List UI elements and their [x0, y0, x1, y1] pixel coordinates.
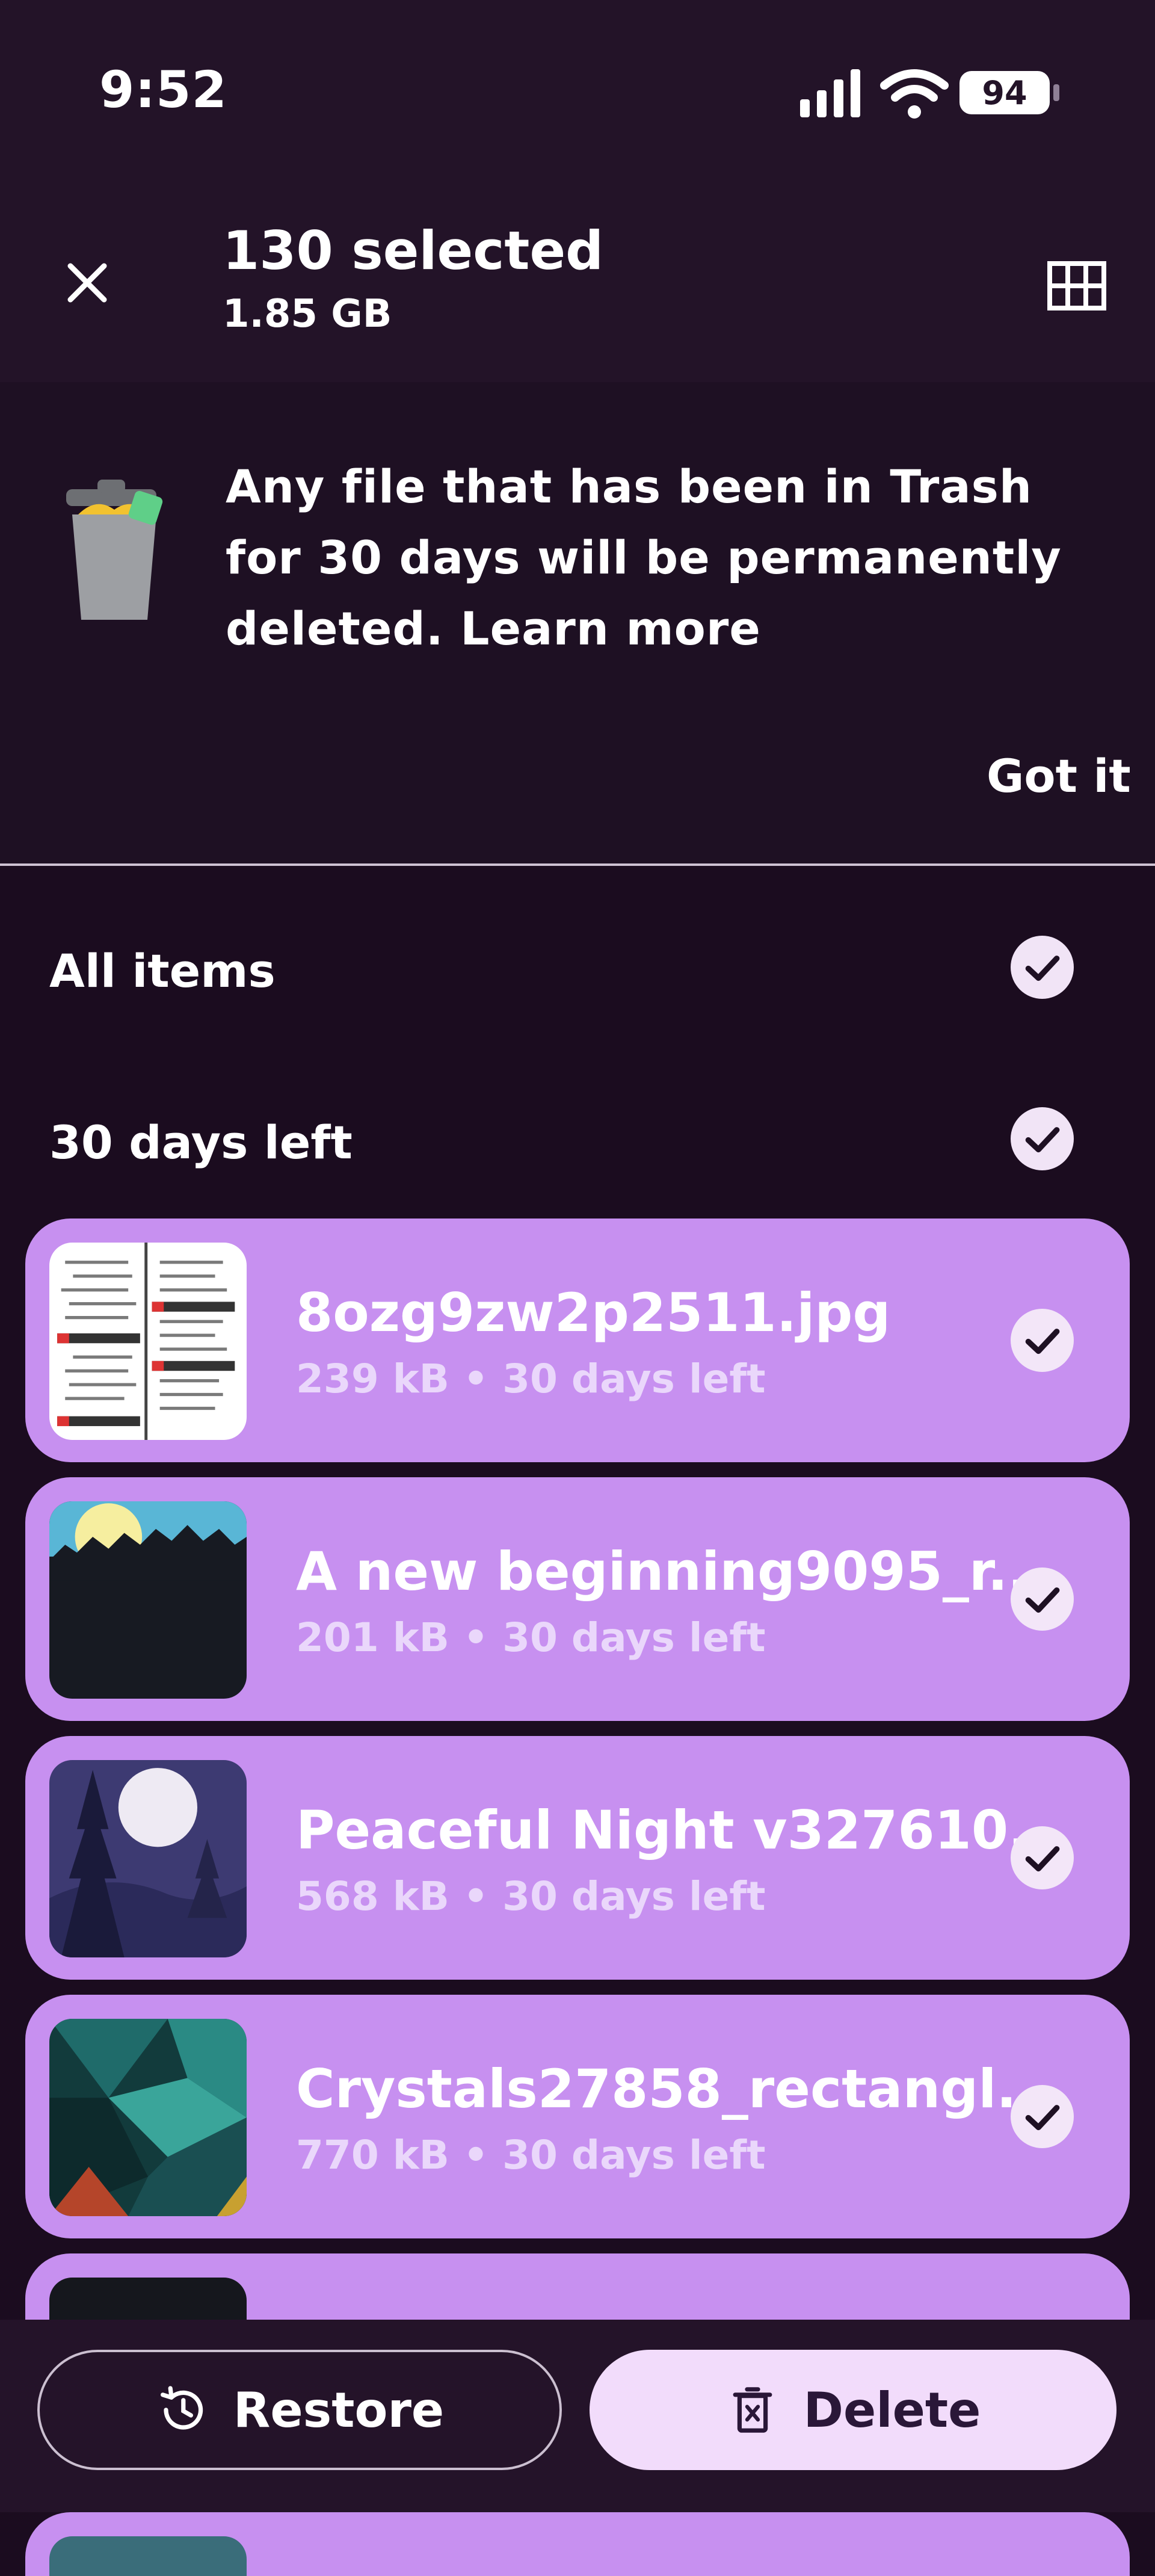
file-thumbnail	[49, 2536, 247, 2576]
file-meta: 568 kB • 30 days left	[296, 1873, 766, 1920]
delete-label: Delete	[803, 2382, 981, 2438]
delete-icon	[733, 2387, 772, 2433]
check-circle-icon[interactable]	[1011, 936, 1074, 999]
file-card[interactable]: Crystals27858_rectangl... 770 kB • 30 da…	[25, 1995, 1130, 2238]
file-thumbnail	[49, 1760, 247, 1957]
check-circle-icon[interactable]	[1011, 1568, 1074, 1631]
section-label: 30 days left	[49, 1116, 353, 1169]
trash-info-message: Any file that has been in Trash for 30 d…	[226, 460, 1062, 655]
got-it-button[interactable]: Got it	[987, 749, 1131, 803]
status-bar: 9:52 94	[0, 0, 1155, 181]
file-name: Crystals27858_rectangl...	[296, 2058, 1057, 2120]
list-overflow	[0, 2512, 1155, 2576]
file-thumbnail	[49, 2019, 247, 2216]
file-thumbnail	[49, 1243, 247, 1440]
file-name: 8ozg9zw2p2511.jpg	[296, 1282, 891, 1344]
selection-size: 1.85 GB	[223, 292, 392, 336]
selection-header: 130 selected 1.85 GB	[0, 181, 1155, 382]
check-circle-icon[interactable]	[1011, 1107, 1074, 1170]
check-circle-icon[interactable]	[1011, 1309, 1074, 1372]
grid-view-icon[interactable]	[1044, 253, 1110, 319]
check-circle-icon[interactable]	[1011, 1826, 1074, 1889]
file-name: Peaceful Night v327610...	[296, 1799, 1069, 1861]
trash-info-banner: Any file that has been in Trash for 30 d…	[0, 382, 1155, 863]
divider	[0, 863, 1155, 866]
bottom-action-bar: Restore Delete	[0, 2320, 1155, 2512]
file-meta: 201 kB • 30 days left	[296, 1614, 766, 1661]
file-card[interactable]: Peaceful Night v327610... 568 kB • 30 da…	[25, 1736, 1130, 1980]
status-time: 9:52	[99, 60, 227, 119]
file-meta: 770 kB • 30 days left	[296, 2132, 766, 2178]
file-card-partial[interactable]	[25, 2512, 1130, 2576]
close-icon[interactable]	[57, 253, 117, 313]
wifi-icon	[880, 69, 949, 119]
restore-label: Restore	[233, 2382, 445, 2438]
restore-button[interactable]: Restore	[37, 2350, 562, 2470]
file-card[interactable]: 8ozg9zw2p2511.jpg 239 kB • 30 days left	[25, 1219, 1130, 1462]
delete-button[interactable]: Delete	[590, 2350, 1116, 2470]
section-30-days-left[interactable]: 30 days left	[0, 1089, 1155, 1185]
restore-history-icon	[160, 2386, 203, 2430]
file-name: A new beginning9095_r...	[296, 1540, 1049, 1602]
check-circle-icon[interactable]	[1011, 2085, 1074, 2148]
signal-icon	[800, 69, 860, 117]
section-label: All items	[49, 944, 276, 998]
file-meta: 239 kB • 30 days left	[296, 1356, 766, 1402]
battery-level: 94	[982, 74, 1027, 112]
trash-can-icon	[66, 480, 163, 620]
section-all-items[interactable]: All items	[0, 918, 1155, 1014]
selection-count: 130 selected	[223, 220, 604, 282]
file-card[interactable]: A new beginning9095_r... 201 kB • 30 day…	[25, 1477, 1130, 1721]
battery-icon: 94	[959, 71, 1059, 114]
file-thumbnail	[49, 1501, 247, 1699]
status-icons: 94	[800, 69, 1059, 119]
